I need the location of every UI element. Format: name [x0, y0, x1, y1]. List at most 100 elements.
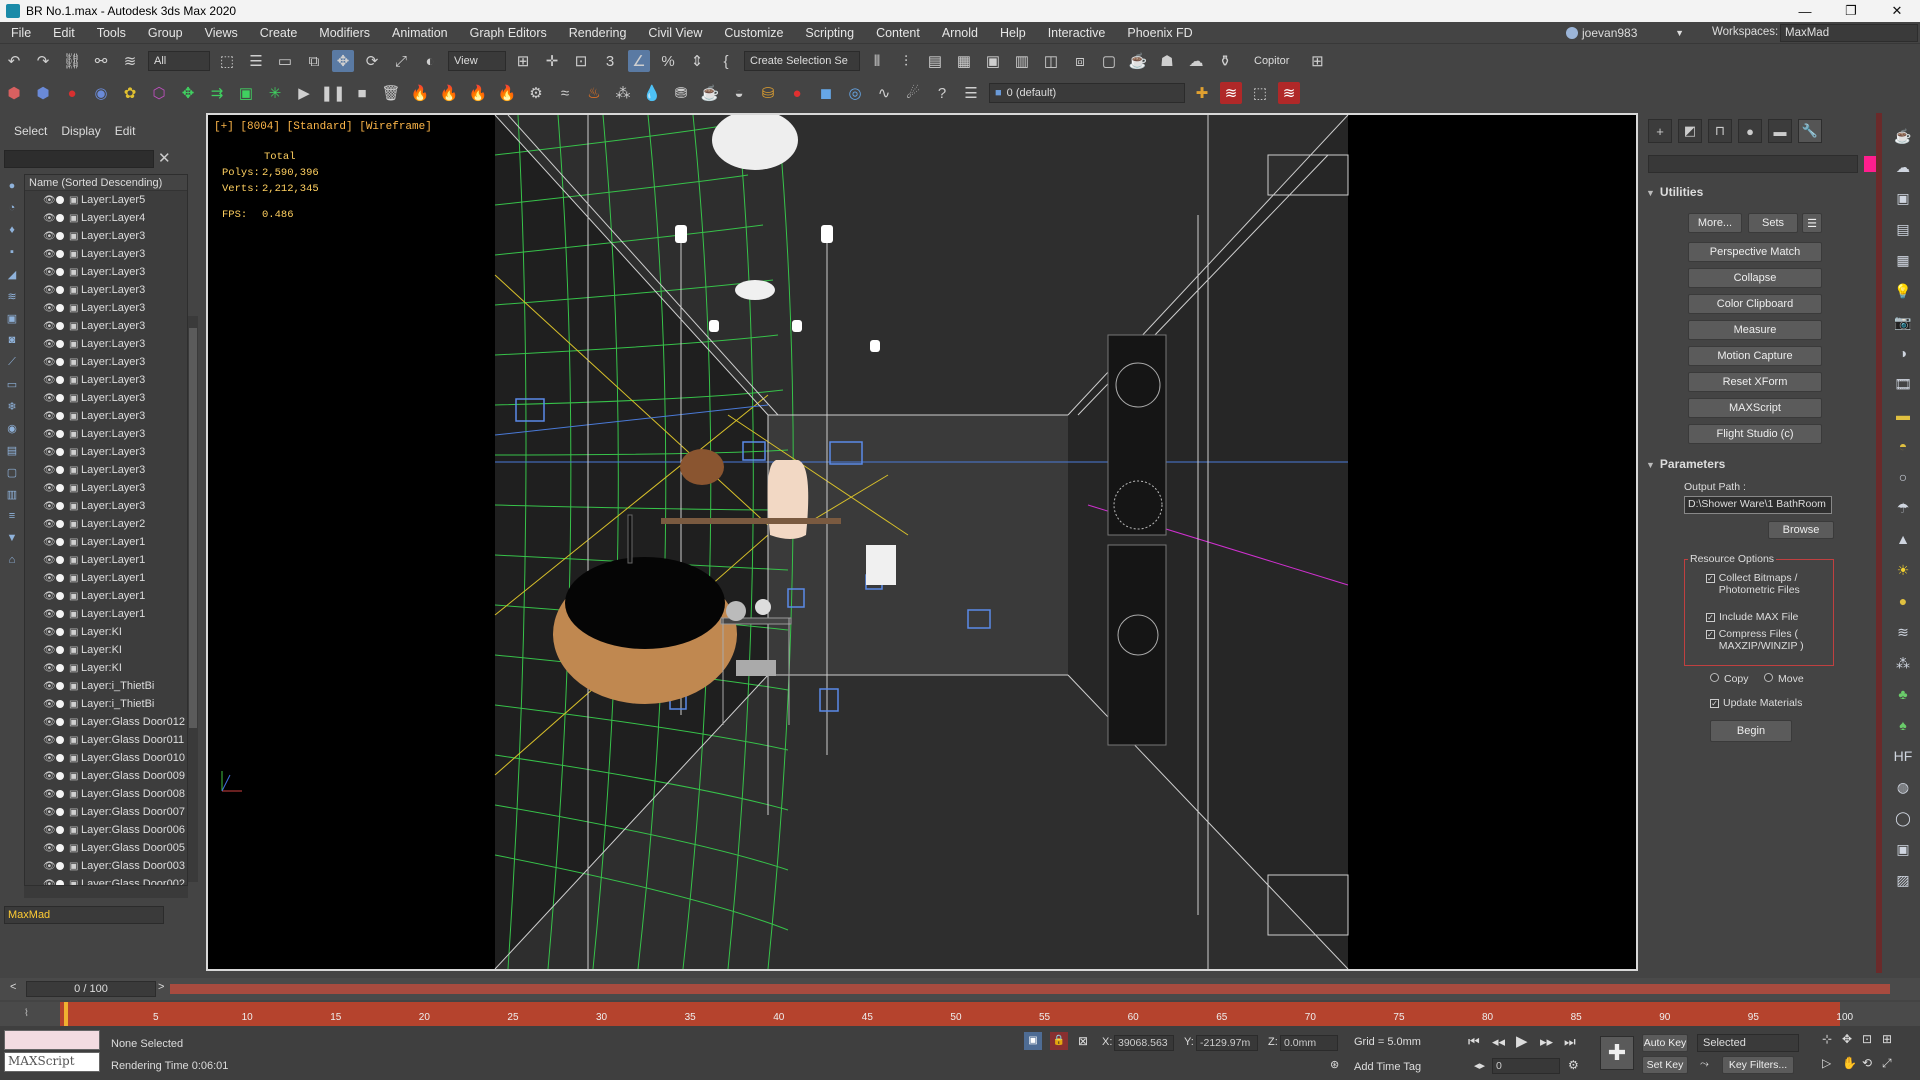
parameters-rollout[interactable]: ▼ Parameters: [1646, 457, 1725, 471]
ball-icon[interactable]: ◍: [1892, 776, 1914, 798]
list-item[interactable]: 👁 ▣ Layer:Layer1: [25, 587, 187, 605]
visibility-eye-icon[interactable]: 👁: [43, 357, 56, 368]
object-name-field[interactable]: [1648, 155, 1858, 173]
image-icon[interactable]: ▣: [1892, 187, 1914, 209]
current-frame-marker[interactable]: [64, 1002, 68, 1026]
z-coordinate-field[interactable]: 0.0mm: [1280, 1035, 1338, 1051]
list-item[interactable]: 👁 ▣ Layer:Glass Door008: [25, 785, 187, 803]
visibility-eye-icon[interactable]: 👁: [43, 501, 56, 512]
render-bulb-icon[interactable]: [56, 682, 64, 690]
menu-views[interactable]: Views: [194, 26, 249, 40]
render-bulb-icon[interactable]: [56, 646, 64, 654]
visibility-eye-icon[interactable]: 👁: [43, 717, 56, 728]
sets-button[interactable]: Sets: [1748, 213, 1798, 233]
visibility-eye-icon[interactable]: 👁: [43, 483, 56, 494]
list-item[interactable]: 👁 ▣ Layer:Layer1: [25, 569, 187, 587]
render-bulb-icon[interactable]: [56, 790, 64, 798]
visibility-eye-icon[interactable]: 👁: [43, 555, 56, 566]
visibility-eye-icon[interactable]: 👁: [43, 753, 56, 764]
visibility-eye-icon[interactable]: 👁: [43, 411, 56, 422]
viewport-label[interactable]: [+] [8004] [Standard] [Wireframe]: [214, 121, 432, 133]
window-crossing-icon[interactable]: ⧉: [303, 50, 325, 72]
collect-bitmaps-checkbox[interactable]: ✓ Collect Bitmaps / Photometric Files: [1706, 572, 1826, 596]
sun-light-icon[interactable]: ☀: [1892, 559, 1914, 581]
menu-tools[interactable]: Tools: [86, 26, 137, 40]
visibility-eye-icon[interactable]: 👁: [43, 339, 56, 350]
perspective-match-button[interactable]: Perspective Match: [1688, 242, 1822, 262]
render-bulb-icon[interactable]: [56, 772, 64, 780]
explorer-name-field[interactable]: MaxMad: [4, 906, 164, 924]
render-bulb-icon[interactable]: [56, 394, 64, 402]
add-time-tag[interactable]: Add Time Tag: [1354, 1061, 1421, 1073]
teapot-icon[interactable]: ☕: [1892, 125, 1914, 147]
motion-tab-icon[interactable]: ●: [1738, 119, 1762, 143]
add-layer-icon[interactable]: ✚: [1191, 82, 1213, 104]
render-cloud-icon[interactable]: ☁: [1185, 50, 1207, 72]
red-ball-icon[interactable]: ●: [786, 82, 808, 104]
maxscript-button[interactable]: MAXScript: [1688, 398, 1822, 418]
compress-files-checkbox[interactable]: ✓ Compress Files ( MAXZIP/WINZIP ): [1706, 628, 1826, 652]
render-bulb-icon[interactable]: [56, 430, 64, 438]
time-slider-track[interactable]: [170, 984, 1890, 994]
visibility-eye-icon[interactable]: 👁: [43, 285, 56, 296]
dome-icon[interactable]: ◓: [1892, 435, 1914, 457]
fur-icon[interactable]: HF: [1892, 745, 1914, 767]
display-tab-icon[interactable]: ▬: [1768, 119, 1792, 143]
filter-all-icon[interactable]: ▤: [4, 442, 20, 458]
scene-search-input[interactable]: [4, 150, 154, 168]
list-item[interactable]: 👁 ▣ Layer:Layer3: [25, 497, 187, 515]
simulator-icon[interactable]: ⚙: [525, 82, 547, 104]
undo-icon[interactable]: ↶: [3, 50, 25, 72]
visibility-eye-icon[interactable]: 👁: [43, 393, 56, 404]
viewport[interactable]: [+] [8004] [Standard] [Wireframe] Total …: [206, 113, 1638, 971]
render-bulb-icon[interactable]: [56, 574, 64, 582]
visibility-eye-icon[interactable]: 👁: [43, 699, 56, 710]
sphere-red-icon[interactable]: ●: [61, 82, 83, 104]
list-item[interactable]: 👁 ▣ Layer:Layer3: [25, 245, 187, 263]
visibility-eye-icon[interactable]: 👁: [43, 519, 56, 530]
visibility-eye-icon[interactable]: 👁: [43, 591, 56, 602]
list-item[interactable]: 👁 ▣ Layer:Glass Door002: [25, 875, 187, 885]
list-item[interactable]: 👁 ▣ Layer:i_ThietBi: [25, 695, 187, 713]
flower-icon[interactable]: ✿: [119, 82, 141, 104]
x-coordinate-field[interactable]: 39068.563: [1114, 1035, 1174, 1051]
visibility-eye-icon[interactable]: 👁: [43, 645, 56, 656]
fire-multi-icon[interactable]: 🔥: [496, 82, 518, 104]
render-bulb-icon[interactable]: [56, 826, 64, 834]
visibility-eye-icon[interactable]: 👁: [43, 231, 56, 242]
render-bulb-icon[interactable]: [56, 808, 64, 816]
visibility-eye-icon[interactable]: 👁: [43, 249, 56, 260]
user-account[interactable]: joevan983 ▼: [1566, 24, 1684, 42]
restore-button[interactable]: ❐: [1828, 0, 1874, 22]
wave-icon[interactable]: ∿: [873, 82, 895, 104]
list-item[interactable]: 👁 ▣ Layer:Layer3: [25, 317, 187, 335]
list-item[interactable]: 👁 ▣ Layer:Layer3: [25, 263, 187, 281]
visibility-eye-icon[interactable]: 👁: [43, 447, 56, 458]
trash-icon[interactable]: 🗑: [380, 82, 402, 104]
include-max-checkbox[interactable]: ✓ Include MAX File: [1706, 611, 1826, 623]
align-icon[interactable]: ⫶: [895, 50, 917, 72]
color-clipboard-button[interactable]: Color Clipboard: [1688, 294, 1822, 314]
copitor-label[interactable]: Copitor: [1254, 55, 1289, 67]
menu-arnold[interactable]: Arnold: [931, 26, 989, 40]
cube-icon[interactable]: ⬢: [3, 82, 25, 104]
render-bulb-icon[interactable]: [56, 340, 64, 348]
zoom-extents-icon[interactable]: ⊡: [1862, 1032, 1872, 1046]
render-bulb-icon[interactable]: [56, 466, 64, 474]
render-bulb-icon[interactable]: [56, 502, 64, 510]
browse-button[interactable]: Browse: [1768, 521, 1834, 539]
next-frame-icon[interactable]: >: [158, 981, 164, 993]
menu-graph-editors[interactable]: Graph Editors: [459, 26, 558, 40]
render-bulb-icon[interactable]: [56, 592, 64, 600]
list-item[interactable]: 👁 ▣ Layer:Layer1: [25, 551, 187, 569]
curve-editor-icon[interactable]: ▣: [982, 50, 1004, 72]
render-view-icon[interactable]: ▣: [1892, 838, 1914, 860]
menu-content[interactable]: Content: [865, 26, 931, 40]
visibility-eye-icon[interactable]: 👁: [43, 843, 56, 854]
set-key-big-icon[interactable]: ✚: [1600, 1036, 1634, 1070]
filter-invert-icon[interactable]: ▥: [4, 486, 20, 502]
render-bulb-icon[interactable]: [56, 736, 64, 744]
list-item[interactable]: 👁 ▣ Layer:Glass Door007: [25, 803, 187, 821]
visibility-eye-icon[interactable]: 👁: [43, 825, 56, 836]
render-bulb-icon[interactable]: [56, 268, 64, 276]
